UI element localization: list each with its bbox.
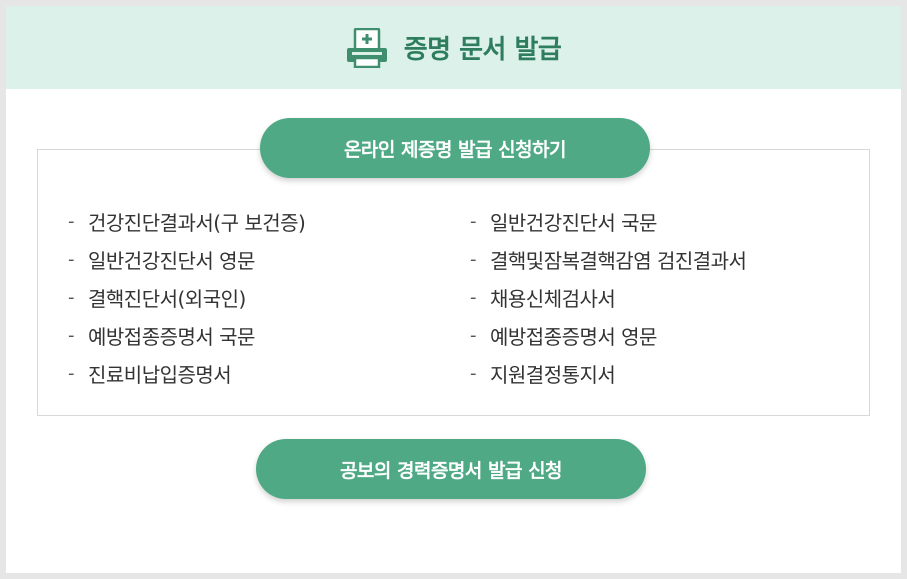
- document-item[interactable]: - 예방접종증명서 국문: [68, 316, 305, 354]
- document-label: 일반건강진단서 영문: [88, 248, 255, 273]
- document-list-right: - 일반건강진단서 국문 - 결핵및잠복결핵감염 검진결과서 - 채용신체검사서 -예…: [470, 202, 747, 392]
- document-label: 결핵진단서(외국인): [88, 286, 246, 311]
- bullet-dash: -: [68, 324, 75, 346]
- bullet-dash: -: [68, 362, 75, 384]
- document-label: 예방접종증명서 영문: [490, 324, 657, 349]
- document-label: 일반건강진단서 국문: [490, 210, 657, 235]
- certificate-issuance-panel: 증명 문서 발급 - 건강진단결과서(구 보건증) - 일반건강진단서 영문 - 결핵…: [6, 6, 901, 573]
- page-title: 증명 문서 발급: [403, 35, 562, 65]
- document-item[interactable]: - 진료비납입증명서: [68, 354, 305, 392]
- document-label: 건강진단결과서(구 보건증): [88, 210, 306, 235]
- online-certificate-apply-button[interactable]: 온라인 제증명 발급 신청하기: [260, 118, 650, 178]
- printer-document-icon: [346, 27, 387, 68]
- document-item[interactable]: - 일반건강진단서 국문: [470, 202, 746, 240]
- bullet-dash: -: [68, 248, 75, 270]
- document-label: 진료비납입증명서: [88, 362, 232, 387]
- document-item[interactable]: - 일반건강진단서 영문: [68, 240, 305, 278]
- bullet-dash: -: [68, 210, 75, 232]
- panel-header: 증명 문서 발급: [6, 6, 901, 89]
- document-label: 예방접종증명서 국문: [88, 324, 255, 349]
- bullet-dash: -: [68, 286, 75, 308]
- document-label: 결핵및잠복결핵감염 검진결과서: [490, 248, 747, 273]
- document-label: 지원결정통지서: [490, 362, 616, 387]
- document-item[interactable]: - 채용신체검사서: [470, 278, 746, 316]
- bullet-dash: -: [470, 362, 477, 384]
- document-item[interactable]: - 결핵및잠복결핵감염 검진결과서: [470, 240, 747, 278]
- document-list-box: - 건강진단결과서(구 보건증) - 일반건강진단서 영문 - 결핵진단서(외국인) …: [37, 149, 870, 416]
- career-certificate-apply-button[interactable]: 공보의 경력증명서 발급 신청: [256, 439, 646, 499]
- document-item[interactable]: - 건강진단결과서(구 보건증): [68, 202, 306, 240]
- document-item[interactable]: - 예방접종증명서 영문: [470, 316, 746, 354]
- document-item[interactable]: - 결핵진단서(외국인): [68, 278, 305, 316]
- document-label: 채용신체검사서: [490, 286, 616, 311]
- document-list-left: - 건강진단결과서(구 보건증) - 일반건강진단서 영문 - 결핵진단서(외국인) …: [68, 202, 306, 392]
- bullet-dash: -: [470, 324, 477, 346]
- bullet-dash: -: [470, 248, 477, 270]
- bullet-dash: -: [470, 286, 477, 308]
- bullet-dash: -: [470, 210, 477, 232]
- document-item[interactable]: - 지원결정통지서: [470, 354, 746, 392]
